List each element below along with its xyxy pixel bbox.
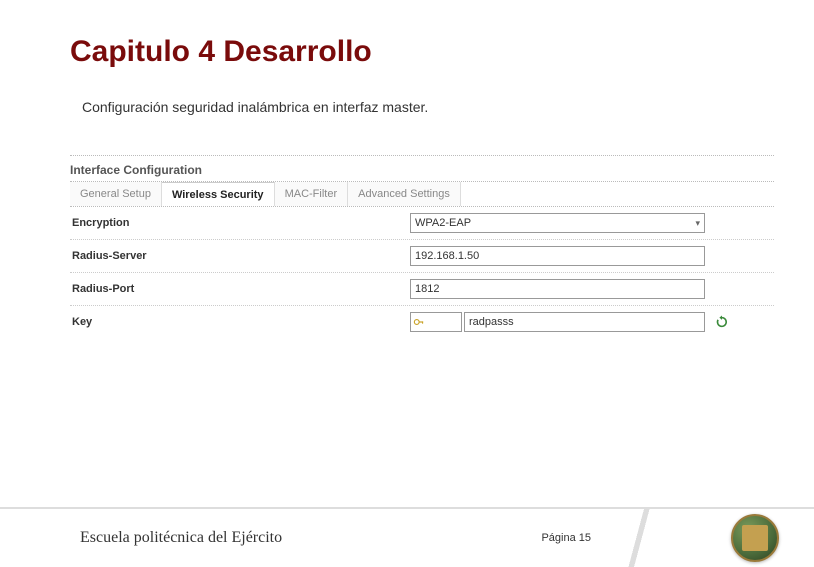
- interface-config-panel: Interface Configuration General Setup Wi…: [70, 155, 774, 338]
- row-radius-server: Radius-Server: [70, 240, 774, 273]
- section-heading: Interface Configuration: [70, 155, 774, 181]
- page-title: Capitulo 4 Desarrollo: [70, 35, 814, 69]
- select-encryption-value: WPA2-EAP: [415, 217, 471, 229]
- footer-school-name: Escuela politécnica del Ejército: [80, 529, 541, 547]
- tab-wireless-security[interactable]: Wireless Security: [162, 182, 275, 206]
- footer-page-number: Página 15: [541, 532, 591, 544]
- chevron-down-icon: ▾: [695, 218, 700, 229]
- footer-divider: [619, 509, 659, 567]
- refresh-icon[interactable]: [715, 315, 729, 329]
- label-radius-port: Radius-Port: [70, 283, 410, 295]
- tabs-container: General Setup Wireless Security MAC-Filt…: [70, 181, 774, 207]
- footer: Escuela politécnica del Ejército Página …: [0, 507, 814, 567]
- row-encryption: Encryption WPA2-EAP ▾: [70, 207, 774, 240]
- key-visibility-toggle[interactable]: [410, 312, 462, 332]
- school-crest-icon: [731, 514, 779, 562]
- row-radius-port: Radius-Port: [70, 273, 774, 306]
- footer-logo: [731, 514, 779, 562]
- tab-mac-filter[interactable]: MAC-Filter: [275, 182, 349, 206]
- tab-advanced-settings[interactable]: Advanced Settings: [348, 182, 461, 206]
- label-radius-server: Radius-Server: [70, 250, 410, 262]
- input-radius-port[interactable]: [410, 279, 705, 299]
- label-key: Key: [70, 316, 410, 328]
- key-icon: [413, 316, 425, 328]
- select-encryption[interactable]: WPA2-EAP ▾: [410, 213, 705, 233]
- row-key: Key: [70, 306, 774, 338]
- page-subtitle: Configuración seguridad inalámbrica en i…: [82, 99, 814, 115]
- label-encryption: Encryption: [70, 217, 410, 229]
- tab-general-setup[interactable]: General Setup: [70, 182, 162, 206]
- input-key[interactable]: [464, 312, 705, 332]
- input-radius-server[interactable]: [410, 246, 705, 266]
